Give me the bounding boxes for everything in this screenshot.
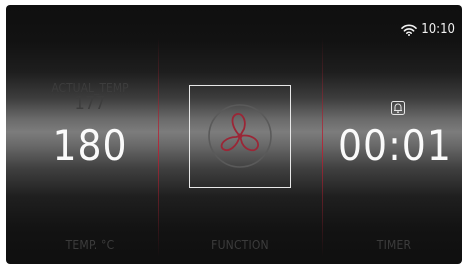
timer-value[interactable]: 00:01 (338, 121, 452, 170)
temp-panel-label: TEMP. °C (65, 238, 115, 252)
oven-control-screen: 10:10 ACTUAL_TEMP 177 180 TEMP. °C FUNCT… (6, 5, 462, 264)
bell-icon (391, 101, 405, 115)
status-bar: 10:10 (401, 22, 455, 37)
function-panel-label: FUNCTION (211, 238, 269, 252)
clock-time: 10:10 (421, 22, 455, 37)
left-divider (158, 37, 159, 257)
function-selector[interactable] (189, 85, 291, 188)
set-temperature[interactable]: 180 (30, 121, 150, 170)
wifi-icon (401, 24, 418, 36)
timer-panel-label: TIMER (376, 238, 412, 252)
right-divider (322, 37, 323, 257)
actual-temp-value: 177 (74, 93, 106, 114)
fan-icon (208, 104, 272, 168)
